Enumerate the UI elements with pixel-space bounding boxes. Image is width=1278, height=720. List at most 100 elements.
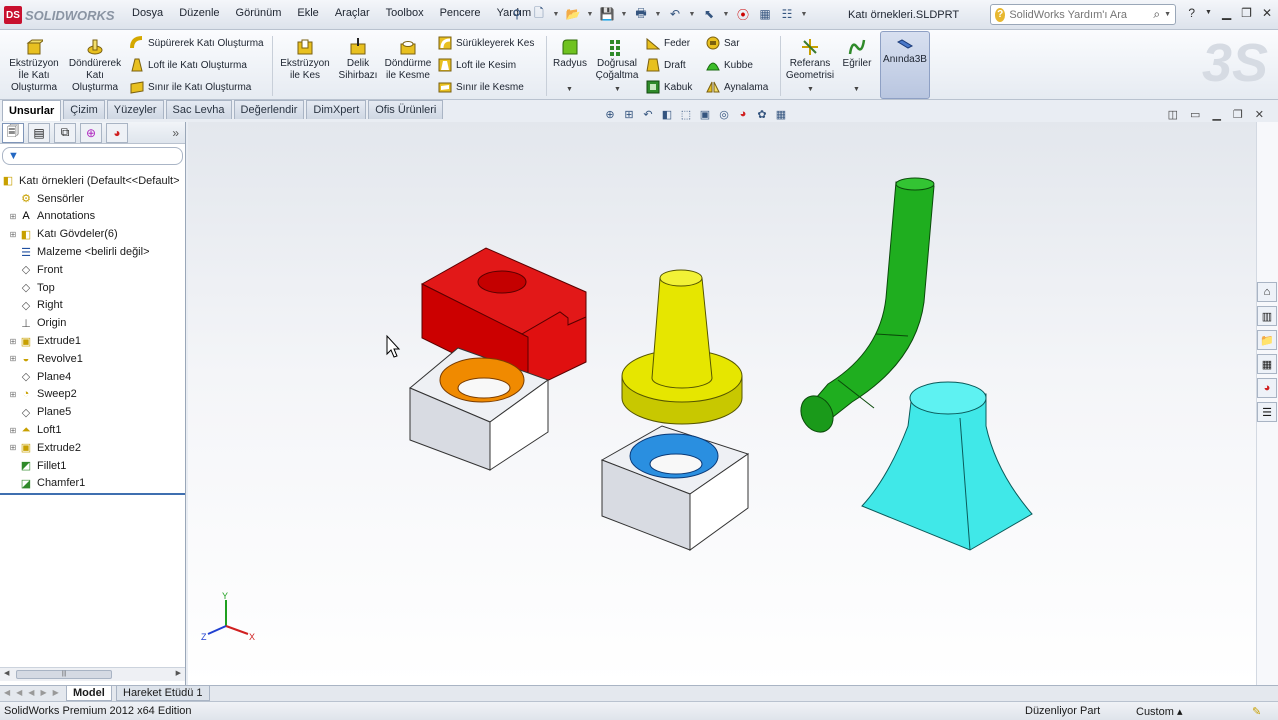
white-block-blue-counterbore[interactable] (600, 425, 750, 551)
edit-appearance-icon[interactable]: ◕ (735, 106, 751, 122)
extrude-boss-button[interactable]: Ekstrüzyon İle Katı Oluşturma (6, 38, 62, 94)
help-search-box[interactable]: ? ⌕ ▼ (990, 4, 1176, 25)
tree-item-plane4[interactable]: ◇ Plane4 (0, 368, 185, 386)
loft-cut-button[interactable]: Loft ile Kesim (438, 58, 516, 72)
file-explorer-icon[interactable]: 📁 (1257, 330, 1277, 350)
chevron-down-icon[interactable]: ▼ (800, 5, 808, 23)
zoom-to-area-icon[interactable]: ⊞ (621, 106, 637, 122)
design-library-icon[interactable]: ▥ (1257, 306, 1277, 326)
rib-button[interactable]: Feder (646, 36, 690, 50)
rollback-bar[interactable] (0, 493, 185, 495)
tree-item-extrude2[interactable]: ⊞ ▣ Extrude2 (0, 439, 185, 457)
section-view-icon[interactable]: ◧ (659, 106, 675, 122)
scrollbar-thumb[interactable]: ||| (16, 670, 112, 679)
minimize-document-icon[interactable]: ▁ (1212, 108, 1220, 121)
tree-item-revolve1[interactable]: ⊞ ◒ Revolve1 (0, 350, 185, 368)
tab-sketch[interactable]: Çizim (63, 100, 105, 119)
open-folder-icon[interactable]: 📂 (564, 5, 582, 23)
menu-toolbox[interactable]: Toolbox (378, 7, 432, 19)
tree-root-part[interactable]: ◧ Katı örnekleri (Default<<Default> (0, 172, 185, 190)
view-orientation-icon[interactable]: ⬚ (678, 106, 694, 122)
tree-item-malzeme-belirli-değil[interactable]: ☰ Malzeme <belirli değil> (0, 243, 185, 261)
property-manager-tab-icon[interactable]: ▤ (28, 122, 50, 143)
mirror-button[interactable]: Aynalama (706, 80, 768, 94)
menu-window[interactable]: Pencere (432, 7, 489, 19)
solidworks-resources-icon[interactable]: ⌂ (1257, 282, 1277, 302)
tab-sheet-metal[interactable]: Sac Levha (165, 100, 232, 119)
expand-panel-icon[interactable]: » (172, 126, 179, 140)
expand-icon[interactable]: ⊞ (8, 390, 18, 399)
feature-tree-scrollbar[interactable]: ◀ ||| ▶ (0, 667, 185, 681)
tree-item-front[interactable]: ◇ Front (0, 261, 185, 279)
tree-item-annotations[interactable]: ⊞ A Annotations (0, 208, 185, 226)
zoom-to-fit-icon[interactable]: ⊕ (602, 106, 618, 122)
cyan-lofted-part[interactable] (861, 381, 1033, 551)
expand-icon[interactable]: ⊞ (8, 230, 18, 239)
configuration-manager-tab-icon[interactable]: ⧉ (54, 122, 76, 143)
graphics-area[interactable]: Y X Z (188, 122, 1256, 685)
tab-model[interactable]: Model (66, 686, 112, 701)
tab-evaluate[interactable]: Değerlendir (233, 100, 305, 119)
feature-tree-filter[interactable]: ▼ (2, 147, 183, 165)
expand-icon[interactable]: ⊞ (8, 354, 18, 363)
tab-dimxpert[interactable]: DimXpert (306, 100, 367, 119)
save-icon[interactable]: 💾 (598, 5, 616, 23)
print-icon[interactable]: 🖶 (632, 5, 650, 23)
tile-icon[interactable]: ◫ (1168, 108, 1178, 121)
model-viewport[interactable] (188, 122, 1256, 685)
tree-item-loft1[interactable]: ⊞ ⏶ Loft1 (0, 421, 185, 439)
tab-navigation-arrows[interactable]: ◀◀◀▶▶ (4, 688, 65, 697)
help-icon[interactable]: ? (1188, 6, 1195, 20)
hide-show-items-icon[interactable]: ◎ (716, 106, 732, 122)
menu-insert[interactable]: Ekle (289, 7, 326, 19)
instant3d-toggle[interactable]: Anında3B (880, 31, 930, 99)
tree-item-chamfer1[interactable]: ◪ Chamfer1 (0, 475, 185, 493)
sweep-boss-button[interactable]: Süpürerek Katı Oluşturma (130, 36, 264, 50)
revolve-cut-button[interactable]: Döndürme ile Kesme (384, 38, 432, 82)
chevron-down-icon[interactable]: ▼ (688, 5, 696, 23)
curves-button[interactable]: Eğriler (840, 38, 874, 70)
expand-icon[interactable]: ⊞ (8, 337, 18, 346)
shell-button[interactable]: Kabuk (646, 80, 692, 94)
rebuild-traffic-light-icon[interactable]: ⦿ (734, 5, 752, 23)
tab-surfaces[interactable]: Yüzeyler (106, 100, 164, 119)
tree-item-origin[interactable]: ⊥ Origin (0, 314, 185, 332)
chevron-down-icon[interactable]: ▼ (853, 86, 860, 93)
help-search-input[interactable] (1009, 8, 1150, 21)
scroll-right-icon[interactable]: ▶ (176, 669, 181, 677)
view-settings-icon[interactable]: ▦ (773, 106, 789, 122)
new-document-icon[interactable]: 🗋 (530, 5, 548, 23)
boundary-cut-button[interactable]: Sınır ile Kesme (438, 80, 524, 94)
scroll-left-icon[interactable]: ◀ (4, 669, 9, 677)
menu-tools[interactable]: Araçlar (327, 7, 378, 19)
tree-item-plane5[interactable]: ◇ Plane5 (0, 403, 185, 421)
tree-item-right[interactable]: ◇ Right (0, 297, 185, 315)
sweep-cut-button[interactable]: Sürükleyerek Kes (438, 36, 534, 50)
solidworks-logo[interactable]: DS SOLIDWORKS (4, 5, 116, 25)
tab-features[interactable]: Unsurlar (2, 100, 62, 121)
chevron-down-icon[interactable]: ▼ (722, 5, 730, 23)
unit-system-selector[interactable]: Custom ▴ (1136, 705, 1182, 718)
chevron-down-icon[interactable]: ▼ (807, 86, 814, 93)
chevron-down-icon[interactable]: ▼ (552, 5, 560, 23)
tree-item-katı-gövdeler-6[interactable]: ⊞ ◧ Katı Gövdeler(6) (0, 225, 185, 243)
yellow-revolved-part[interactable] (621, 269, 743, 425)
extrude-cut-button[interactable]: Ekstrüzyon ile Kes (278, 38, 332, 82)
restore-document-icon[interactable]: ❐ (1233, 108, 1243, 121)
tree-item-extrude1[interactable]: ⊞ ▣ Extrude1 (0, 332, 185, 350)
expand-icon[interactable]: ⊞ (8, 443, 18, 452)
display-manager-tab-icon[interactable]: ◕ (106, 122, 128, 143)
search-icon[interactable]: ⌕ (1153, 7, 1160, 22)
tab-office-products[interactable]: Ofis Ürünleri (368, 100, 444, 119)
view-palette-icon[interactable]: ▦ (1257, 354, 1277, 374)
tree-item-top[interactable]: ◇ Top (0, 279, 185, 297)
menu-view[interactable]: Görünüm (228, 7, 290, 19)
apply-scene-icon[interactable]: ✿ (754, 106, 770, 122)
linear-pattern-button[interactable]: Doğrusal Çoğaltma (594, 38, 640, 82)
reference-geometry-button[interactable]: Referans Geometrisi (784, 38, 836, 82)
chevron-down-icon[interactable]: ▼ (566, 86, 573, 93)
previous-view-icon[interactable]: ↶ (640, 106, 656, 122)
dome-button[interactable]: Kubbe (706, 58, 753, 72)
select-arrow-icon[interactable]: ⬉ (700, 5, 718, 23)
split-icon[interactable]: ▭ (1190, 108, 1200, 121)
